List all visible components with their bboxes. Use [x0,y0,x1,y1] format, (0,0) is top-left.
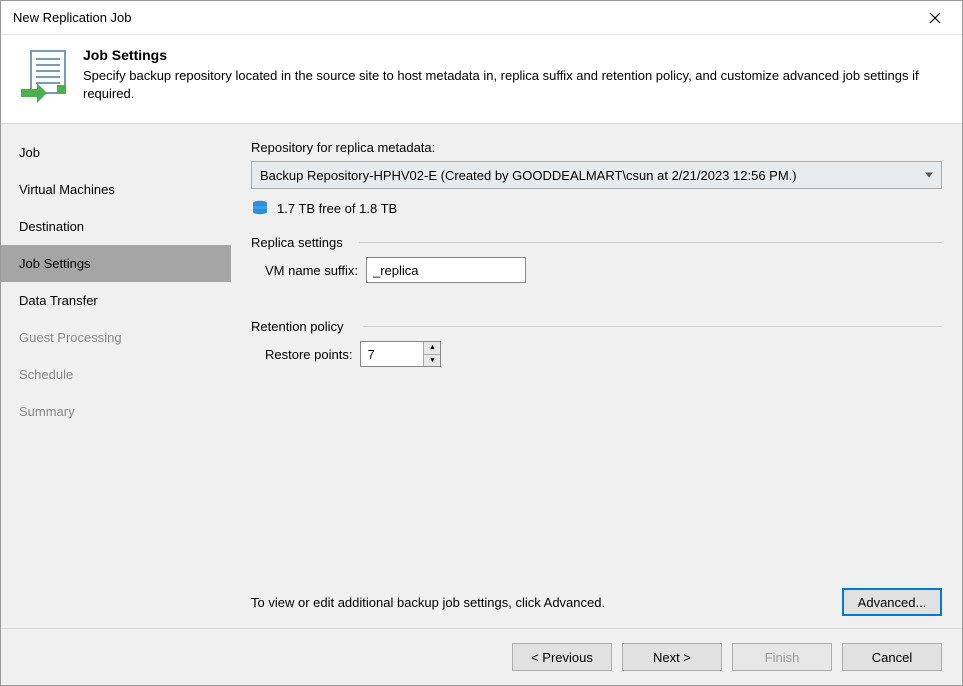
sidebar-item-label: Virtual Machines [19,182,115,197]
sidebar-item-destination[interactable]: Destination [1,208,231,245]
close-icon [929,12,941,24]
sidebar-item-label: Job Settings [19,256,91,271]
finish-button[interactable]: Finish [732,643,832,671]
repository-label: Repository for replica metadata: [251,140,942,155]
sidebar-item-summary[interactable]: Summary [1,393,231,430]
job-settings-icon [19,49,67,105]
sidebar-item-schedule[interactable]: Schedule [1,356,231,393]
window-title: New Replication Job [13,10,132,25]
main-content: Repository for replica metadata: Backup … [251,140,942,588]
database-icon [251,199,269,217]
advanced-hint: To view or edit additional backup job se… [251,595,605,610]
divider [363,326,942,327]
close-button[interactable] [920,3,950,33]
restore-points-label: Restore points: [265,347,352,362]
repository-dropdown[interactable]: Backup Repository-HPHV02-E (Created by G… [251,161,942,189]
sidebar-item-job[interactable]: Job [1,134,231,171]
advanced-button[interactable]: Advanced... [842,588,942,616]
sidebar-item-label: Destination [19,219,84,234]
chevron-down-icon [925,173,933,178]
body: Job Virtual Machines Destination Job Set… [1,124,962,628]
sidebar-item-label: Schedule [19,367,73,382]
vm-suffix-input[interactable] [366,257,526,283]
page-title: Job Settings [83,47,944,63]
sidebar-item-label: Guest Processing [19,330,122,345]
cancel-button[interactable]: Cancel [842,643,942,671]
header-text: Job Settings Specify backup repository l… [83,47,944,103]
sidebar: Job Virtual Machines Destination Job Set… [1,124,231,628]
sidebar-item-label: Job [19,145,40,160]
sidebar-item-guest-processing[interactable]: Guest Processing [1,319,231,356]
sidebar-item-label: Summary [19,404,75,419]
footer: < Previous Next > Finish Cancel [1,628,962,685]
sidebar-item-label: Data Transfer [19,293,98,308]
replica-settings-section: Replica settings VM name suffix: [251,235,942,283]
dialog-window: New Replication Job Job Settings Specify… [0,0,963,686]
main-panel: Repository for replica metadata: Backup … [231,124,962,628]
page-description: Specify backup repository located in the… [83,67,944,103]
storage-info: 1.7 TB free of 1.8 TB [251,199,942,217]
next-button[interactable]: Next > [622,643,722,671]
sidebar-item-job-settings[interactable]: Job Settings [1,245,231,282]
previous-button[interactable]: < Previous [512,643,612,671]
header: Job Settings Specify backup repository l… [1,35,962,124]
restore-points-stepper[interactable]: ▲ ▼ [360,341,441,367]
suffix-label: VM name suffix: [265,263,358,278]
titlebar: New Replication Job [1,1,962,35]
spin-down-button[interactable]: ▼ [424,355,440,367]
sidebar-item-data-transfer[interactable]: Data Transfer [1,282,231,319]
restore-points-input[interactable] [361,342,423,366]
divider [359,242,942,243]
advanced-row: To view or edit additional backup job se… [251,588,942,616]
retention-policy-section: Retention policy Restore points: ▲ ▼ [251,319,942,367]
spin-up-button[interactable]: ▲ [424,342,440,355]
repository-value: Backup Repository-HPHV02-E (Created by G… [260,168,797,183]
sidebar-item-virtual-machines[interactable]: Virtual Machines [1,171,231,208]
storage-free-text: 1.7 TB free of 1.8 TB [277,201,397,216]
